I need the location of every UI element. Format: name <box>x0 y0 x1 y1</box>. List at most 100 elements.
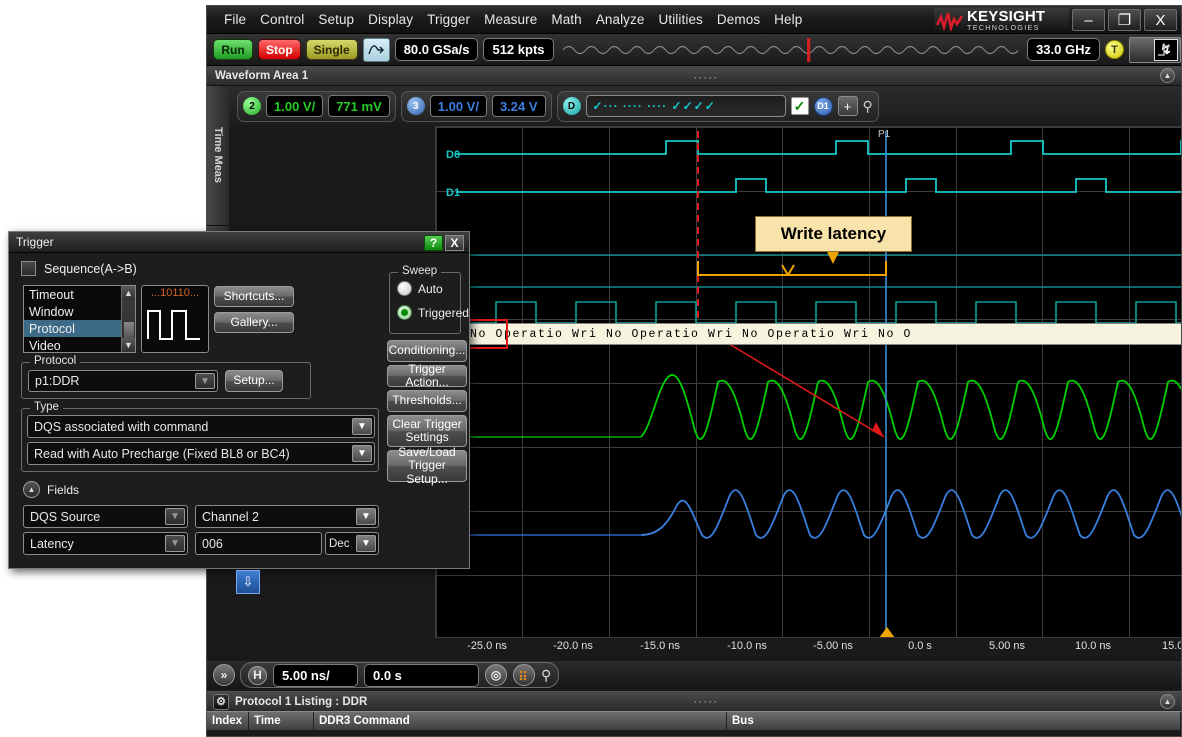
protocol-select[interactable]: p1:DDR ▼ <box>28 370 218 392</box>
trigger-mode-video[interactable]: Video <box>24 337 135 353</box>
sweep-option-auto[interactable]: Auto <box>397 281 443 296</box>
clear-trigger-settings-button[interactable]: Clear Trigger Settings <box>387 415 467 447</box>
chevron-down-icon[interactable]: ▼ <box>356 535 376 552</box>
sequence-checkbox[interactable] <box>21 261 36 276</box>
save-load-trigger-setup-button[interactable]: Save/Load Trigger Setup... <box>387 445 467 485</box>
stop-button[interactable]: Stop <box>258 39 301 60</box>
sequence-row[interactable]: Sequence(A->B) <box>21 261 137 276</box>
digital-channels-group[interactable]: D ✓··· ···· ···· ✓✓✓✓ ✓ D1 + ⚲ <box>556 90 879 122</box>
channel-3-scale[interactable]: 1.00 V/ <box>429 95 487 117</box>
channel-2-badge[interactable]: 2 <box>243 97 261 115</box>
sweep-option-triggered[interactable]: Triggered <box>397 305 469 320</box>
digital-badge[interactable]: D <box>562 97 581 115</box>
scroll-down-icon[interactable]: ▼ <box>122 338 135 352</box>
autoscale-icon[interactable] <box>362 37 390 62</box>
bandwidth-field[interactable]: 33.0 GHz <box>1027 38 1100 61</box>
collapse-chevron-icon[interactable]: ▲ <box>1160 68 1175 83</box>
trigger-badge[interactable]: T <box>1105 40 1124 59</box>
sidebar-item-time-meas[interactable]: Time Meas <box>207 86 229 226</box>
close-button[interactable]: X <box>1144 9 1177 31</box>
chevron-down-icon[interactable]: ▼ <box>195 373 215 389</box>
column-header-index[interactable]: Index <box>207 712 249 730</box>
field-value-dqs-source[interactable]: Channel 2 ▼ <box>195 505 379 528</box>
channel-2-group[interactable]: 2 1.00 V/ 771 mV <box>237 90 396 122</box>
menu-item-math[interactable]: Math <box>544 10 588 29</box>
add-channel-button[interactable]: + <box>837 96 858 116</box>
segment-icon[interactable] <box>513 664 535 686</box>
maximize-button[interactable]: ❐ <box>1108 9 1141 31</box>
trigger-mode-list[interactable]: Timeout Window Protocol Video ▲ ▼ <box>23 285 136 353</box>
sample-rate-field[interactable]: 80.0 GSa/s <box>394 38 479 61</box>
protocol-setup-button[interactable]: Setup... <box>225 370 283 392</box>
protocol-decode-bar[interactable]: Wri No Operatio Wri No Operatio Wri No O… <box>436 323 1181 345</box>
menu-item-setup[interactable]: Setup <box>311 10 361 29</box>
menu-item-measure[interactable]: Measure <box>477 10 544 29</box>
trigger-action-button[interactable]: Trigger Action... <box>387 362 467 389</box>
graticule[interactable]: D0 D1 P1 Wri No Operatio Wri No Operatio… <box>435 126 1181 638</box>
field-radix-latency[interactable]: Dec ▼ <box>325 532 379 555</box>
field-name-latency[interactable]: Latency ▼ <box>23 532 188 555</box>
channel-2-scale[interactable]: 1.00 V/ <box>266 95 324 117</box>
horizontal-badge[interactable]: H <box>248 665 267 685</box>
menu-item-analyze[interactable]: Analyze <box>589 10 652 29</box>
zoom-icon[interactable]: ◎ <box>485 664 507 686</box>
trigger-mode-window[interactable]: Window <box>24 303 135 320</box>
digital-d1-badge[interactable]: D1 <box>813 96 833 116</box>
fields-toggle[interactable]: ▲ Fields <box>23 481 79 498</box>
trigger-mode-protocol[interactable]: Protocol <box>24 320 135 337</box>
protocol-collapse-chevron-icon[interactable]: ▲ <box>1160 694 1175 709</box>
acquisition-memory-bar[interactable] <box>562 37 1019 63</box>
chevron-down-icon[interactable]: ▼ <box>352 418 372 435</box>
trigger-close-button[interactable]: X <box>445 235 464 251</box>
field-value-latency-value[interactable]: 006 <box>202 537 223 551</box>
trigger-type-select[interactable]: DQS associated with command ▼ <box>27 415 375 438</box>
scrollbar-thumb[interactable] <box>124 322 134 338</box>
field-name-dqs-source[interactable]: DQS Source ▼ <box>23 505 188 528</box>
menu-item-help[interactable]: Help <box>767 10 809 29</box>
chevron-right-icon[interactable]: » <box>213 664 235 686</box>
trigger-mode-icon[interactable]: ↯ <box>1129 36 1181 63</box>
trigger-mode-timeout[interactable]: Timeout <box>24 286 135 303</box>
menu-item-trigger[interactable]: Trigger <box>420 10 477 29</box>
run-button[interactable]: Run <box>213 39 253 60</box>
column-header-ddr3-command[interactable]: DDR3 Command <box>314 712 727 730</box>
chevron-down-icon[interactable]: ▼ <box>165 535 185 552</box>
protocol-listing-grip[interactable]: ····· <box>694 697 719 707</box>
column-header-bus[interactable]: Bus <box>727 712 1181 730</box>
shortcuts-button[interactable]: Shortcuts... <box>214 286 294 307</box>
trigger-dialog-titlebar[interactable]: Trigger ? X <box>9 232 469 253</box>
column-header-time[interactable]: Time <box>249 712 314 730</box>
trigger-position-marker[interactable] <box>879 627 895 637</box>
chevron-down-icon[interactable]: ▼ <box>165 508 185 525</box>
channel-3-badge[interactable]: 3 <box>406 97 425 115</box>
chevron-down-icon[interactable]: ▼ <box>356 508 376 525</box>
trigger-subtype-select[interactable]: Read with Auto Precharge (Fixed BL8 or B… <box>27 442 375 465</box>
channel-3-offset[interactable]: 3.24 V <box>491 95 546 117</box>
radio-triggered[interactable] <box>397 305 412 320</box>
minimize-button[interactable]: – <box>1072 9 1105 31</box>
memory-depth-field[interactable]: 512 kpts <box>483 38 554 61</box>
menu-item-demos[interactable]: Demos <box>710 10 767 29</box>
waveform-area-grip[interactable]: ····· <box>694 73 719 83</box>
gallery-button[interactable]: Gallery... <box>214 312 294 333</box>
menu-item-utilities[interactable]: Utilities <box>652 10 710 29</box>
pin-icon[interactable]: ⚲ <box>863 98 873 115</box>
waveform-memory-icon[interactable]: ⇩ <box>236 570 260 594</box>
field-value-latency[interactable]: 006 <box>195 532 322 555</box>
conditioning-button[interactable]: Conditioning... <box>387 340 467 362</box>
chevron-down-icon[interactable]: ▼ <box>352 445 372 462</box>
menu-item-display[interactable]: Display <box>361 10 420 29</box>
channel-3-group[interactable]: 3 1.00 V/ 3.24 V <box>400 90 552 122</box>
channel-2-offset[interactable]: 771 mV <box>328 95 390 117</box>
single-button[interactable]: Single <box>305 39 358 60</box>
digital-pattern-field[interactable]: ✓··· ···· ···· ✓✓✓✓ <box>585 95 786 117</box>
time-per-division-field[interactable]: 5.00 ns/ <box>273 663 358 687</box>
pin-icon[interactable]: ⚲ <box>541 667 551 684</box>
help-button[interactable]: ? <box>424 235 443 251</box>
gear-icon[interactable]: ⚙ <box>213 693 229 710</box>
chevron-up-icon[interactable]: ▲ <box>23 481 40 498</box>
menu-item-file[interactable]: File <box>217 10 253 29</box>
delay-field[interactable]: 0.0 s <box>364 663 479 687</box>
trigger-mode-scrollbar[interactable]: ▲ ▼ <box>121 286 135 352</box>
digital-enable-checkbox[interactable]: ✓ <box>790 97 809 115</box>
